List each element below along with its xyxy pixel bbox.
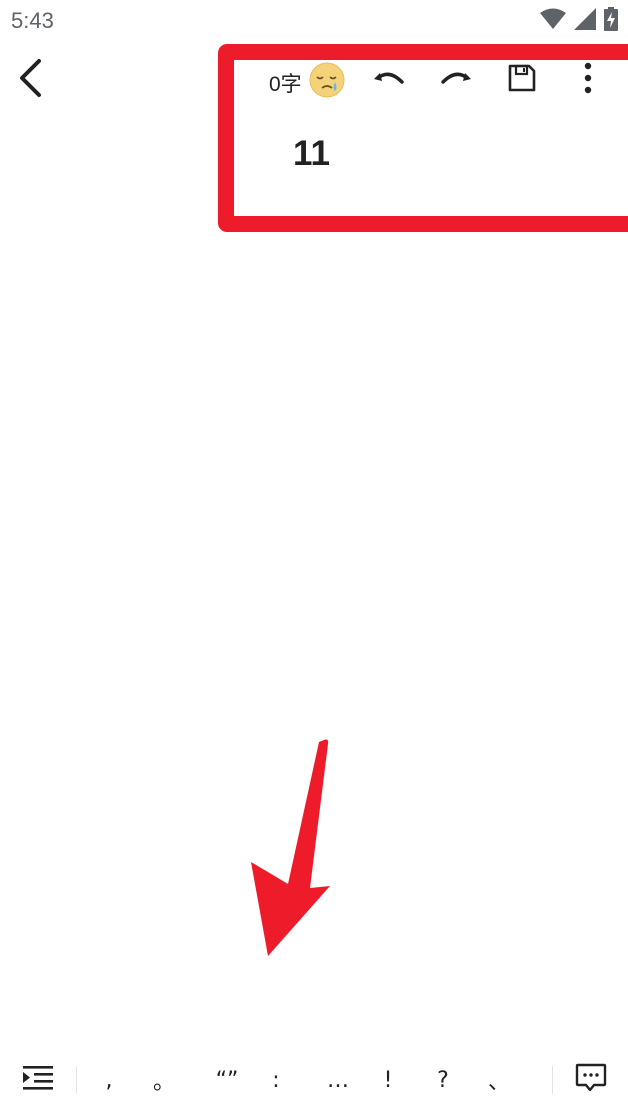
save-button[interactable] [502,60,542,100]
punct-period[interactable]: 。 [144,1062,184,1098]
undo-button[interactable] [369,60,409,100]
divider [76,1066,77,1094]
punct-ellipsis[interactable]: … [318,1062,358,1098]
document-title[interactable]: 11 [293,134,330,174]
punct-enumeration-comma[interactable]: 、 [479,1062,519,1098]
punct-colon[interactable]: : [256,1062,296,1098]
battery-charging-icon [604,6,618,36]
back-button[interactable] [12,58,48,102]
status-time: 5:43 [11,8,54,33]
indent-icon [23,1065,53,1096]
punct-question[interactable]: ? [423,1062,463,1098]
status-bar: 5:43 [0,0,628,42]
redo-button[interactable] [436,60,476,100]
undo-icon [372,67,406,94]
more-vert-icon [584,62,592,99]
red-arrow-annotation [240,730,350,970]
save-icon [507,63,537,98]
redo-icon [439,67,473,94]
comment-icon [575,1063,607,1098]
status-icons [540,6,618,36]
chevron-left-icon [17,58,43,103]
wifi-icon [540,8,566,35]
punct-quotes[interactable]: “” [207,1062,247,1098]
cell-signal-icon [574,7,596,35]
divider [552,1066,553,1094]
mood-button[interactable] [309,62,345,98]
more-button[interactable] [568,60,608,100]
punct-comma[interactable]: , [89,1062,129,1098]
word-count: 0字 [269,73,302,96]
indent-button[interactable] [20,1064,56,1096]
sleepy-face-icon [309,62,345,102]
punct-exclamation[interactable]: ! [368,1062,408,1098]
comment-button[interactable] [572,1062,610,1098]
